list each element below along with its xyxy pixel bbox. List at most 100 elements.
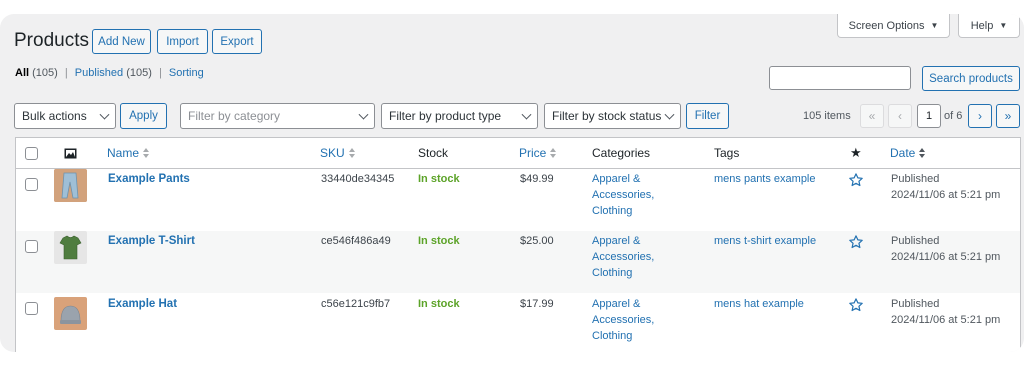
date-status: Published bbox=[891, 173, 940, 185]
date-status: Published bbox=[891, 298, 940, 310]
date-value: 2024/11/06 at 5:21 pm bbox=[891, 189, 1001, 201]
table-row: Example Pants 33440de34345 In stock $49.… bbox=[16, 169, 1020, 231]
search-input[interactable] bbox=[769, 66, 911, 90]
column-sku-label: SKU bbox=[320, 146, 345, 160]
add-new-button[interactable]: Add New bbox=[92, 29, 151, 54]
product-name-link[interactable]: Example Pants bbox=[108, 171, 190, 187]
product-sku: c56e121c9fb7 bbox=[321, 298, 391, 310]
total-pages: of 6 bbox=[944, 110, 963, 122]
product-name-link[interactable]: Example Hat bbox=[108, 296, 177, 312]
star-outline-icon[interactable] bbox=[848, 172, 864, 188]
column-date-label: Date bbox=[890, 146, 916, 160]
first-page-button[interactable]: « bbox=[860, 104, 884, 128]
star-outline-icon[interactable] bbox=[848, 297, 864, 313]
stock-status: In stock bbox=[418, 235, 460, 247]
filter-button[interactable]: Filter bbox=[686, 103, 729, 129]
date-value: 2024/11/06 at 5:21 pm bbox=[891, 251, 1001, 263]
prev-page-button[interactable]: ‹ bbox=[888, 104, 912, 128]
product-categories[interactable]: Apparel & Accessories, Clothing bbox=[592, 233, 654, 281]
stock-status: In stock bbox=[418, 298, 460, 310]
column-price-header[interactable]: Price bbox=[519, 138, 557, 168]
export-button[interactable]: Export bbox=[212, 29, 262, 54]
status-published-count: (105) bbox=[126, 67, 152, 79]
chevron-down-icon bbox=[664, 109, 675, 120]
row-checkbox[interactable] bbox=[25, 302, 38, 315]
screen-options-label: Screen Options bbox=[848, 19, 925, 32]
stock-status: In stock bbox=[418, 173, 460, 185]
column-name-header[interactable]: Name bbox=[107, 138, 150, 168]
product-tags[interactable]: mens t-shirt example bbox=[714, 233, 816, 249]
current-page-input[interactable]: 1 bbox=[917, 104, 941, 128]
column-tags-header: Tags bbox=[714, 146, 740, 160]
table-row: Example Hat c56e121c9fb7 In stock $17.99… bbox=[16, 293, 1020, 352]
product-date: Published 2024/11/06 at 5:21 pm bbox=[891, 171, 1000, 203]
product-sku: ce546f486a49 bbox=[321, 235, 391, 247]
product-date: Published 2024/11/06 at 5:21 pm bbox=[891, 296, 1000, 328]
category-line: Clothing bbox=[592, 205, 633, 217]
star-outline-icon[interactable] bbox=[848, 234, 864, 250]
category-line: Apparel & bbox=[592, 235, 641, 247]
table-header: Name SKU Stock Price Categories Tags ★ D… bbox=[16, 138, 1020, 169]
product-price: $49.99 bbox=[520, 173, 554, 185]
row-checkbox[interactable] bbox=[25, 178, 38, 191]
bulk-actions-select[interactable]: Bulk actions bbox=[14, 103, 116, 129]
product-sku: 33440de34345 bbox=[321, 173, 395, 185]
items-count: 105 items bbox=[803, 110, 851, 122]
product-type-filter-value: Filter by product type bbox=[389, 109, 502, 123]
status-filter-links: All (105) | Published (105) | Sorting bbox=[15, 67, 204, 79]
status-all-link[interactable]: All (105) bbox=[15, 67, 58, 79]
status-published-link[interactable]: Published (105) bbox=[75, 67, 152, 79]
help-tab[interactable]: Help ▼ bbox=[958, 14, 1020, 38]
last-page-button[interactable]: » bbox=[996, 104, 1020, 128]
sort-icon bbox=[348, 148, 355, 158]
import-button[interactable]: Import bbox=[157, 29, 208, 54]
sort-icon bbox=[143, 148, 150, 158]
status-separator: | bbox=[158, 67, 162, 79]
column-date-header[interactable]: Date bbox=[890, 138, 926, 168]
screen-options-tab[interactable]: Screen Options ▼ bbox=[837, 14, 950, 38]
select-all-checkbox[interactable] bbox=[25, 147, 38, 160]
product-name-link[interactable]: Example T-Shirt bbox=[108, 233, 195, 249]
caret-down-icon: ▼ bbox=[930, 21, 939, 30]
admin-panel: Screen Options ▼ Help ▼ Products Add New… bbox=[0, 14, 1024, 352]
category-filter-select[interactable]: Filter by category bbox=[180, 103, 375, 129]
chevron-down-icon bbox=[358, 109, 369, 120]
status-all-count: (105) bbox=[32, 67, 58, 79]
product-thumbnail-hat[interactable] bbox=[54, 297, 87, 330]
status-separator: | bbox=[64, 67, 68, 79]
products-table: Name SKU Stock Price Categories Tags ★ D… bbox=[15, 137, 1021, 352]
column-name-label: Name bbox=[107, 146, 140, 160]
product-thumbnail-tshirt[interactable] bbox=[54, 231, 87, 264]
product-thumbnail-pants[interactable] bbox=[54, 169, 87, 202]
stock-status-filter-select[interactable]: Filter by stock status bbox=[544, 103, 681, 129]
category-line: Accessories, bbox=[592, 251, 655, 263]
product-price: $17.99 bbox=[520, 298, 554, 310]
next-page-button[interactable]: › bbox=[968, 104, 992, 128]
product-categories[interactable]: Apparel & Accessories, Clothing bbox=[592, 171, 654, 219]
category-line: Accessories, bbox=[592, 314, 655, 326]
column-price-label: Price bbox=[519, 146, 547, 160]
bulk-actions-value: Bulk actions bbox=[22, 109, 87, 123]
image-column-icon bbox=[64, 138, 77, 168]
row-checkbox[interactable] bbox=[25, 240, 38, 253]
sort-icon bbox=[919, 148, 926, 158]
product-tags[interactable]: mens pants example bbox=[714, 171, 816, 187]
category-line: Accessories, bbox=[592, 189, 655, 201]
category-line: Apparel & bbox=[592, 173, 641, 185]
column-sku-header[interactable]: SKU bbox=[320, 138, 355, 168]
stock-status-filter-value: Filter by stock status bbox=[552, 109, 662, 123]
apply-button[interactable]: Apply bbox=[120, 103, 167, 129]
product-price: $25.00 bbox=[520, 235, 554, 247]
table-row: Example T-Shirt ce546f486a49 In stock $2… bbox=[16, 231, 1020, 293]
category-line: Apparel & bbox=[592, 298, 641, 310]
product-type-filter-select[interactable]: Filter by product type bbox=[381, 103, 538, 129]
product-categories[interactable]: Apparel & Accessories, Clothing bbox=[592, 296, 654, 344]
product-tags[interactable]: mens hat example bbox=[714, 296, 804, 312]
chevron-down-icon bbox=[521, 109, 532, 120]
search-products-button[interactable]: Search products bbox=[922, 66, 1020, 91]
featured-star-icon[interactable]: ★ bbox=[850, 138, 862, 168]
status-published-label: Published bbox=[74, 67, 124, 79]
product-date: Published 2024/11/06 at 5:21 pm bbox=[891, 233, 1000, 265]
status-sorting-link[interactable]: Sorting bbox=[169, 67, 204, 79]
help-label: Help bbox=[970, 19, 994, 32]
